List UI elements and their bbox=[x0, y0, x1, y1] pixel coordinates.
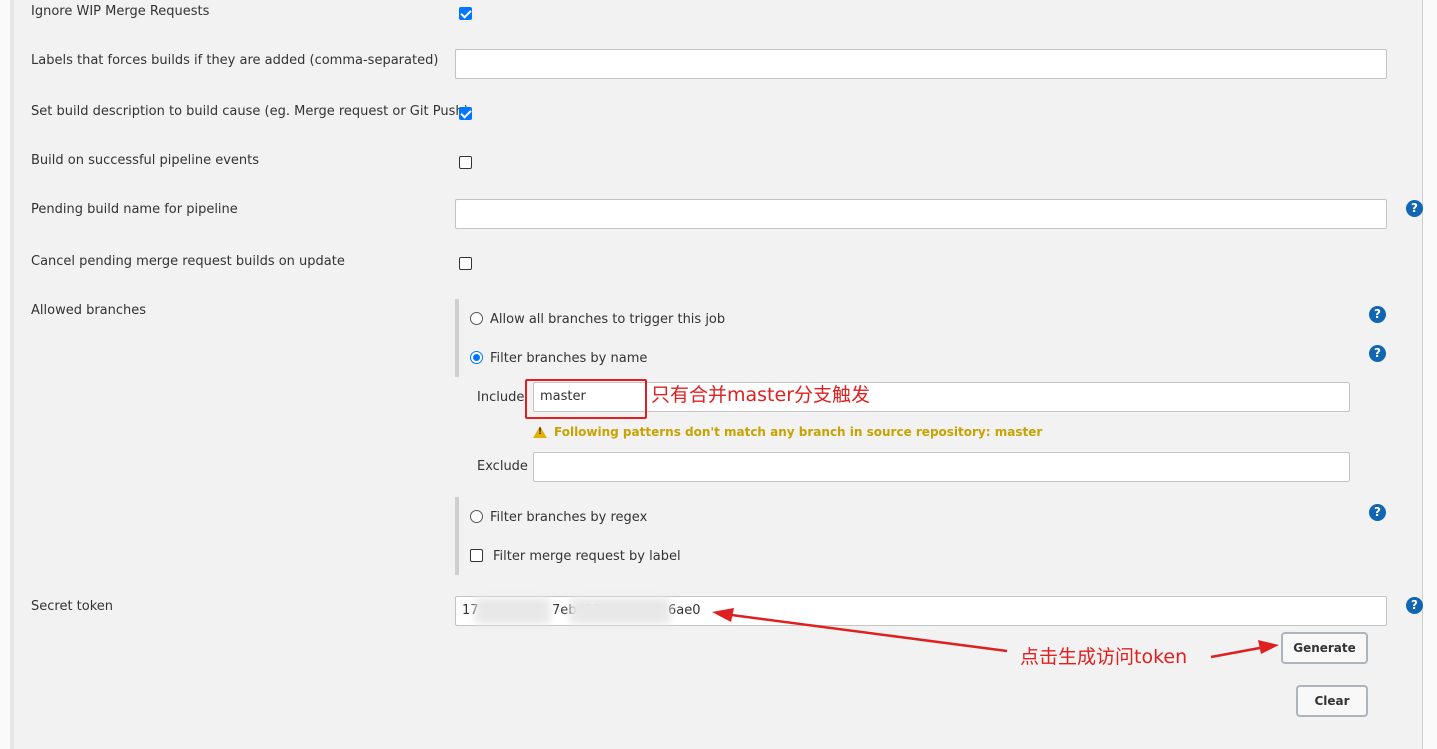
annotation-arrows bbox=[712, 608, 1279, 659]
arrow-head bbox=[1258, 640, 1279, 654]
arrow-head bbox=[712, 608, 734, 622]
arrow-to-generate bbox=[1210, 645, 1266, 659]
arrow-to-token bbox=[723, 612, 1008, 653]
